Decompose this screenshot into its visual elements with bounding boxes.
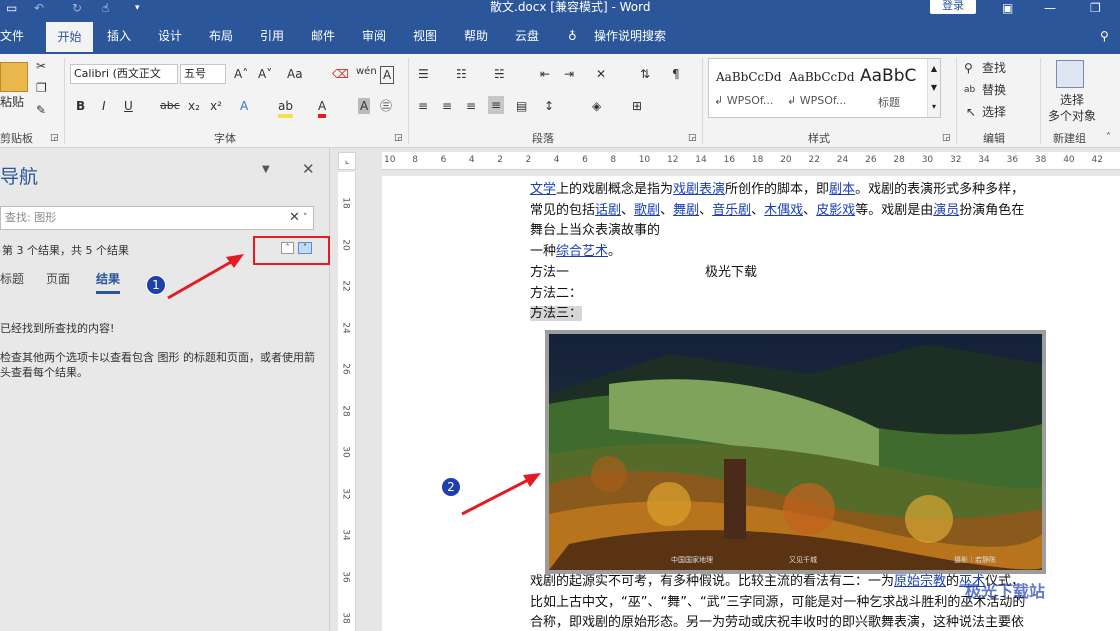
annotation-arrows [167,254,541,516]
annotation-badge-1: 1 [146,275,166,295]
annotation-badge-2: 2 [441,477,461,497]
site-watermark: 极光下载站 [965,582,1046,601]
